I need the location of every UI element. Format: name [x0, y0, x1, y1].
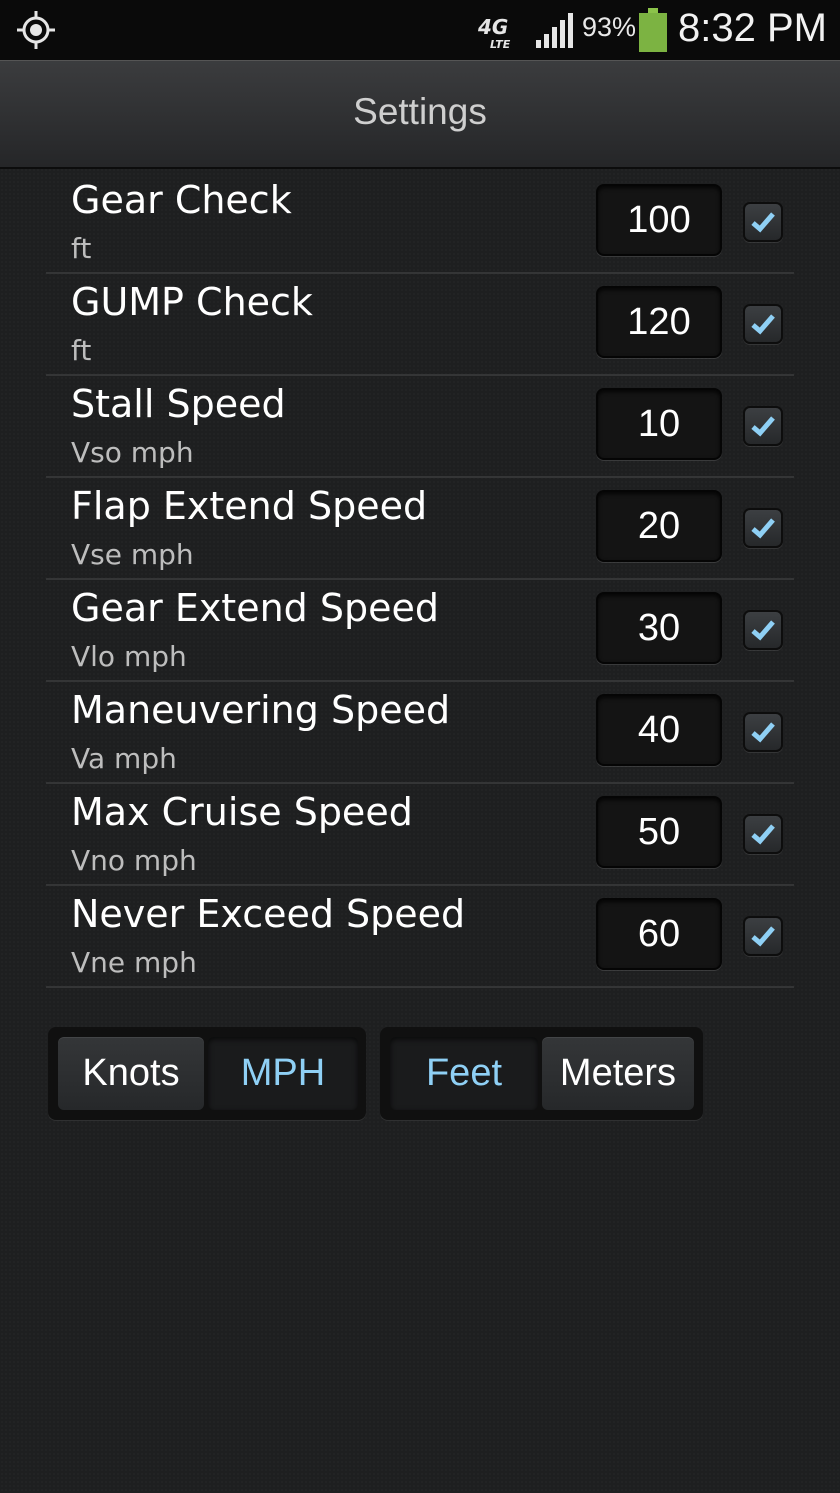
setting-unit: Va mph: [71, 742, 177, 775]
network-4g-lte-icon: 4G LTE: [477, 15, 511, 51]
setting-value-input[interactable]: 60: [596, 898, 722, 970]
setting-checkbox[interactable]: [743, 508, 783, 548]
setting-label: Maneuvering Speed: [71, 688, 451, 732]
feet-button[interactable]: Feet: [390, 1037, 538, 1110]
gps-icon: [17, 11, 55, 49]
title-bar: Settings: [0, 60, 840, 169]
settings-list: Gear Check ft 100 GUMP Check ft 120 Stal…: [46, 172, 794, 988]
checkmark-icon: [751, 926, 775, 947]
knots-button[interactable]: Knots: [58, 1037, 204, 1110]
setting-unit: Vso mph: [71, 436, 194, 469]
setting-label: Gear Check: [71, 178, 292, 222]
checkmark-icon: [751, 314, 775, 335]
setting-unit: Vne mph: [71, 946, 197, 979]
checkmark-icon: [751, 518, 775, 539]
setting-unit: ft: [71, 334, 92, 367]
signal-strength-icon: [536, 13, 573, 48]
setting-value-input[interactable]: 120: [596, 286, 722, 358]
setting-label: GUMP Check: [71, 280, 313, 324]
mph-button[interactable]: MPH: [208, 1037, 358, 1110]
battery-icon: [639, 8, 667, 52]
setting-value-input[interactable]: 30: [596, 592, 722, 664]
setting-row-flap-extend-speed: Flap Extend Speed Vse mph 20: [46, 478, 794, 580]
setting-row-maneuvering-speed: Maneuvering Speed Va mph 40: [46, 682, 794, 784]
setting-checkbox[interactable]: [743, 202, 783, 242]
setting-checkbox[interactable]: [743, 406, 783, 446]
setting-row-gear-check: Gear Check ft 100: [46, 172, 794, 274]
checkmark-icon: [751, 212, 775, 233]
setting-row-gear-extend-speed: Gear Extend Speed Vlo mph 30: [46, 580, 794, 682]
setting-checkbox[interactable]: [743, 712, 783, 752]
setting-label: Max Cruise Speed: [71, 790, 413, 834]
svg-text:LTE: LTE: [490, 38, 511, 51]
status-bar: 4G LTE 93% 8:32 PM: [0, 0, 840, 60]
setting-value-input[interactable]: 50: [596, 796, 722, 868]
setting-value-input[interactable]: 100: [596, 184, 722, 256]
page-title: Settings: [353, 91, 487, 132]
setting-checkbox[interactable]: [743, 610, 783, 650]
setting-unit: Vno mph: [71, 844, 197, 877]
checkmark-icon: [751, 416, 775, 437]
setting-unit: ft: [71, 232, 92, 265]
meters-button[interactable]: Meters: [542, 1037, 694, 1110]
checkmark-icon: [751, 620, 775, 641]
setting-checkbox[interactable]: [743, 814, 783, 854]
setting-checkbox[interactable]: [743, 304, 783, 344]
setting-checkbox[interactable]: [743, 916, 783, 956]
setting-unit: Vlo mph: [71, 640, 187, 673]
setting-row-stall-speed: Stall Speed Vso mph 10: [46, 376, 794, 478]
setting-unit: Vse mph: [71, 538, 194, 571]
speed-unit-toggle: Knots MPH: [48, 1027, 366, 1120]
setting-row-max-cruise-speed: Max Cruise Speed Vno mph 50: [46, 784, 794, 886]
battery-percent: 93%: [582, 12, 637, 42]
setting-value-input[interactable]: 10: [596, 388, 722, 460]
svg-text:4G: 4G: [477, 15, 508, 39]
setting-row-gump-check: GUMP Check ft 120: [46, 274, 794, 376]
clock: 8:32 PM: [678, 6, 827, 50]
setting-label: Never Exceed Speed: [71, 892, 466, 936]
setting-label: Stall Speed: [71, 382, 286, 426]
setting-label: Flap Extend Speed: [71, 484, 428, 528]
checkmark-icon: [751, 722, 775, 743]
setting-label: Gear Extend Speed: [71, 586, 439, 630]
setting-row-never-exceed-speed: Never Exceed Speed Vne mph 60: [46, 886, 794, 988]
checkmark-icon: [751, 824, 775, 845]
setting-value-input[interactable]: 40: [596, 694, 722, 766]
distance-unit-toggle: Feet Meters: [380, 1027, 703, 1120]
setting-value-input[interactable]: 20: [596, 490, 722, 562]
